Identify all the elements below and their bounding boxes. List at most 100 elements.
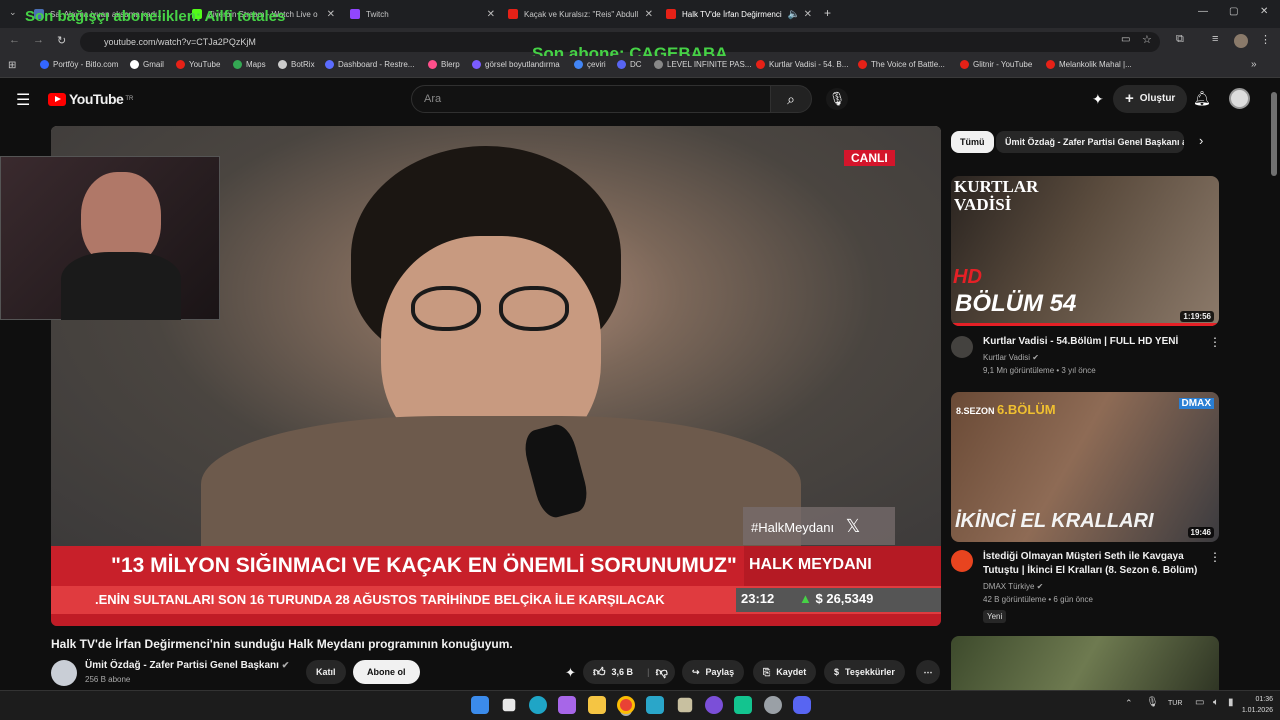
channel-name[interactable]: Ümit Özdağ - Zafer Partisi Genel Başkanı… xyxy=(85,660,289,671)
tab-close-icon[interactable]: ✕ xyxy=(804,9,812,20)
bookmarks-overflow-icon[interactable]: » xyxy=(1251,59,1257,70)
maximize-icon[interactable]: ▢ xyxy=(1229,6,1238,17)
page-scrollbar[interactable] xyxy=(1271,92,1277,176)
bookmark-item[interactable]: çeviri xyxy=(574,60,606,69)
bookmark-item[interactable]: Maps xyxy=(233,60,266,69)
related-thumbnail[interactable] xyxy=(951,636,1219,690)
tab-audio-icon[interactable]: 🔈 xyxy=(788,9,800,20)
bookmark-favicon-icon xyxy=(233,60,242,69)
browser-menu-icon[interactable]: ⋮ xyxy=(1260,33,1271,46)
save-button[interactable]: ⎘ Kaydet xyxy=(753,660,817,684)
bookmark-favicon-icon xyxy=(960,60,969,69)
minimize-icon[interactable]: — xyxy=(1198,6,1208,17)
bookmark-item[interactable]: Glitnir - YouTube xyxy=(960,60,1032,69)
extensions-icon[interactable]: ⧉ xyxy=(1176,33,1184,46)
related-channel-avatar[interactable] xyxy=(951,550,973,572)
bookmark-item[interactable]: Kurtlar Vadisi - 54. B... xyxy=(756,60,848,69)
tab-list-chevron-icon[interactable]: ⌄ xyxy=(9,7,17,18)
related-video-3[interactable] xyxy=(951,636,1219,690)
settings-icon[interactable] xyxy=(764,696,782,714)
bookmark-star-icon[interactable]: ☆ xyxy=(1142,33,1152,46)
forward-icon[interactable]: → xyxy=(33,34,44,46)
bookmark-item[interactable]: The Voice of Battle... xyxy=(858,60,945,69)
new-tab-icon[interactable]: + xyxy=(824,6,831,20)
bookmark-favicon-icon xyxy=(428,60,437,69)
profile-avatar-icon[interactable] xyxy=(1234,34,1248,48)
thumbs-up-icon: 👍︎ xyxy=(593,665,606,679)
related-channel-avatar[interactable] xyxy=(951,336,973,358)
chrome-icon[interactable] xyxy=(617,696,635,714)
effects-icon[interactable]: ✦ xyxy=(565,665,576,681)
notifications-bell-icon[interactable]: 🔔︎ xyxy=(1193,90,1211,107)
browser-tab-4[interactable]: Kaçak ve Kuralsız: "Reis" Abdull ✕ xyxy=(508,4,653,24)
chip-channel[interactable]: Ümit Özdağ - Zafer Partisi Genel Başkanı… xyxy=(996,131,1184,153)
join-button[interactable]: Katıl xyxy=(306,660,346,684)
task-view-icon[interactable] xyxy=(502,698,516,712)
bookmark-item[interactable]: Blerp xyxy=(428,60,460,69)
cast-icon[interactable]: ▭ xyxy=(1121,34,1130,45)
hamburger-menu-icon[interactable]: ☰ xyxy=(16,90,30,110)
chips-next-icon[interactable]: › xyxy=(1199,133,1203,148)
subscribe-button[interactable]: Abone ol xyxy=(353,660,420,684)
bookmark-item[interactable]: BotRix xyxy=(278,60,315,69)
bookmark-item[interactable]: YouTube xyxy=(176,60,220,69)
more-actions-button[interactable]: ⋯ xyxy=(916,660,940,684)
related-thumbnail[interactable]: 8.SEZON 6.BÖLÜM DMAX İKİNCİ EL KRALLARI … xyxy=(951,392,1219,542)
tab-close-icon[interactable]: ✕ xyxy=(645,9,653,20)
voice-search-icon[interactable]: 🎙︎ xyxy=(826,88,848,110)
bookmark-item[interactable]: LEVEL INFINITE PAS... xyxy=(654,60,751,69)
verified-icon: ✔ xyxy=(1036,582,1044,591)
file-explorer-icon[interactable] xyxy=(588,696,606,714)
search-input[interactable]: Ara xyxy=(411,85,771,113)
related-menu-icon[interactable]: ⋮ xyxy=(1209,550,1221,564)
create-button[interactable]: + Oluştur xyxy=(1113,85,1188,113)
obs-icon[interactable] xyxy=(705,696,723,714)
bookmark-item[interactable]: görsel boyutlandırma xyxy=(472,60,560,69)
tab-close-icon[interactable]: ✕ xyxy=(487,9,495,20)
reload-icon[interactable]: ↻ xyxy=(57,34,66,47)
app-icon[interactable] xyxy=(646,696,664,714)
related-video-2[interactable]: 8.SEZON 6.BÖLÜM DMAX İKİNCİ EL KRALLARI … xyxy=(951,392,1221,623)
bookmarks-bar: ⊞ Portföy - Bitlo.com Gmail YouTube Maps… xyxy=(0,56,1280,78)
language-indicator[interactable]: TUR xyxy=(1168,700,1182,707)
tab-close-icon[interactable]: ✕ xyxy=(327,9,335,20)
chip-all[interactable]: Tümü xyxy=(951,131,994,153)
studio-icon[interactable]: ✦ xyxy=(1092,91,1104,108)
edge-icon[interactable] xyxy=(529,696,547,714)
search-button[interactable]: ⌕ xyxy=(770,85,812,113)
thanks-button[interactable]: $ Teşekkürler xyxy=(824,660,905,684)
bookmark-item[interactable]: Dashboard - Restre... xyxy=(325,60,414,69)
start-icon[interactable] xyxy=(471,696,489,714)
bookmark-item[interactable]: Gmail xyxy=(130,60,164,69)
discord-icon[interactable] xyxy=(793,696,811,714)
bookmark-item[interactable]: DC xyxy=(617,60,642,69)
up-arrow-icon: ▲ xyxy=(799,591,812,606)
youtube-logo[interactable]: YouTube TR xyxy=(48,91,133,107)
copilot-icon[interactable] xyxy=(558,696,576,714)
mic-app-icon[interactable] xyxy=(677,697,693,713)
streaming-app-icon[interactable] xyxy=(734,696,752,714)
volume-icon[interactable]: 🔈︎ xyxy=(1213,697,1219,708)
related-menu-icon[interactable]: ⋮ xyxy=(1209,335,1221,349)
network-icon[interactable]: ▭ xyxy=(1195,697,1204,708)
apps-grid-icon[interactable]: ⊞ xyxy=(8,60,16,71)
hashtag-banner: #HalkMeydanı 𝕏 xyxy=(743,507,895,545)
browser-tab-5-active[interactable]: Halk TV'de İrfan Değirmenci 🔈 ✕ xyxy=(666,4,812,24)
bookmark-item[interactable]: Portföy - Bitlo.com xyxy=(40,60,118,69)
channel-avatar[interactable] xyxy=(51,660,77,686)
back-icon[interactable]: ← xyxy=(9,34,20,46)
glasses-right-shape xyxy=(499,286,569,331)
close-window-icon[interactable]: ✕ xyxy=(1260,6,1268,17)
media-control-icon[interactable]: ≡ xyxy=(1212,33,1218,45)
like-button[interactable]: 👍︎ 3,6 B | 👎︎ xyxy=(583,660,675,684)
clock[interactable]: 01:36 1.01.2026 xyxy=(1233,694,1273,716)
related-video-1[interactable]: KURTLAR VADİSİ HD BÖLÜM 54 1:19:56 Kurtla… xyxy=(951,176,1221,375)
share-button[interactable]: ↪ Paylaş xyxy=(682,660,745,684)
account-avatar-icon[interactable] xyxy=(1229,88,1250,109)
tray-overflow-icon[interactable]: ⌃ xyxy=(1125,698,1133,709)
related-thumbnail[interactable]: KURTLAR VADİSİ HD BÖLÜM 54 1:19:56 xyxy=(951,176,1219,326)
thumbs-down-icon[interactable]: 👎︎ xyxy=(656,660,668,684)
tray-mic-icon[interactable]: 🎙︎ xyxy=(1146,697,1159,708)
bookmark-item[interactable]: Melankolik Mahal |... xyxy=(1046,60,1132,69)
browser-tab-3[interactable]: Twitch ✕ xyxy=(350,4,495,24)
